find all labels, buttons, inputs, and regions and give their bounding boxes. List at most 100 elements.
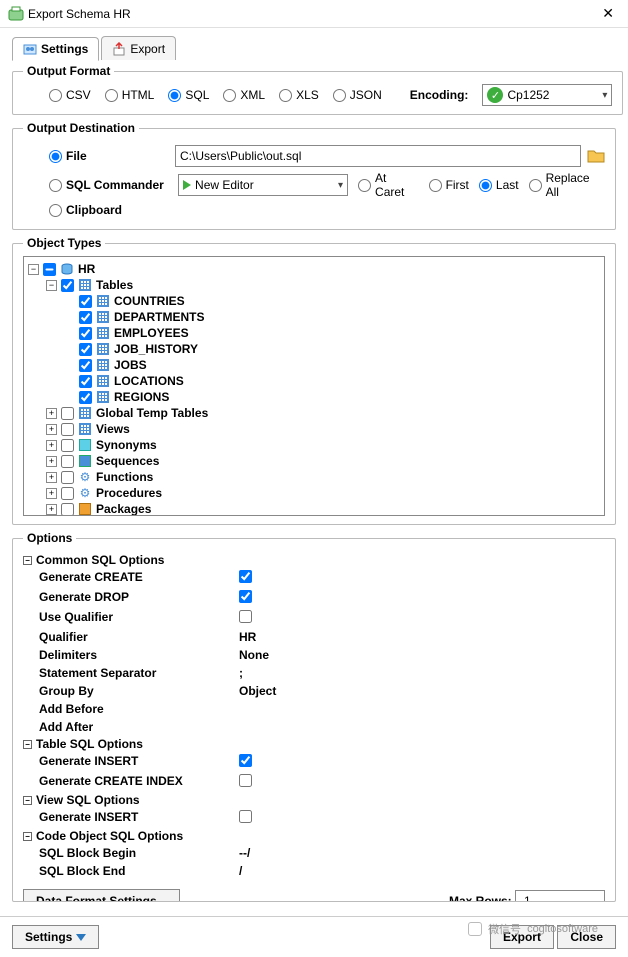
pos-replace-all[interactable]: Replace All [529,171,605,199]
tree-checkbox[interactable] [61,455,74,468]
export-button[interactable]: Export [490,925,554,949]
tree-node[interactable]: COUNTRIES [24,293,604,309]
expand-icon[interactable]: + [46,504,57,515]
tree-checkbox[interactable] [79,391,92,404]
sql-commander-value: New Editor [195,178,330,192]
collapse-icon[interactable]: − [28,264,39,275]
opt-use-qualifier[interactable] [239,610,252,623]
format-csv[interactable]: CSV [49,88,91,102]
tree-node[interactable]: +⚙Procedures [24,485,604,501]
tree-node[interactable]: +Views [24,421,604,437]
file-path-input[interactable] [175,145,581,167]
format-xml[interactable]: XML [223,88,265,102]
sql-commander-select[interactable]: New Editor ▾ [178,174,348,196]
tree-node[interactable]: LOCATIONS [24,373,604,389]
opt-stmt-sep-value[interactable]: ; [239,665,605,681]
tab-export[interactable]: Export [101,36,176,60]
opt-add-before-value[interactable] [239,701,605,717]
expand-icon[interactable]: + [46,408,57,419]
expand-icon[interactable]: + [46,424,57,435]
opt-view-insert[interactable] [239,810,252,823]
format-html[interactable]: HTML [105,88,155,102]
tree-checkbox[interactable] [79,295,92,308]
folder-browse-icon[interactable] [587,148,605,164]
output-destination-legend: Output Destination [23,121,139,135]
settings-tab-icon [23,42,37,56]
pos-last[interactable]: Last [479,178,519,192]
tree-checkbox[interactable] [61,503,74,516]
section-table[interactable]: −Table SQL Options [23,737,605,751]
opt-group-by-value[interactable]: Object [239,683,605,699]
dest-file[interactable]: File [49,149,169,163]
tree-node[interactable]: DEPARTMENTS [24,309,604,325]
close-icon[interactable]: ✕ [596,5,620,22]
tree-label: Synonyms [96,437,157,453]
format-xls[interactable]: XLS [279,88,319,102]
opt-generate-drop[interactable] [239,590,252,603]
tree-node[interactable]: + Synonyms [24,437,604,453]
expand-icon[interactable]: + [46,440,57,451]
opt-delimiters-value[interactable]: None [239,647,605,663]
tree-node[interactable]: +Sequences [24,453,604,469]
tree-checkbox[interactable] [61,487,74,500]
object-tree[interactable]: −HR−TablesCOUNTRIESDEPARTMENTSEMPLOYEESJ… [23,256,605,516]
opt-add-after-value[interactable] [239,719,605,735]
tab-settings[interactable]: Settings [12,37,99,61]
opt-table-insert[interactable] [239,754,252,767]
dest-clipboard[interactable]: Clipboard [49,203,122,217]
tree-node[interactable]: −HR [24,261,604,277]
tree-checkbox[interactable] [61,471,74,484]
tree-node[interactable]: +⚙Functions [24,469,604,485]
opt-generate-create[interactable] [239,570,252,583]
pos-first[interactable]: First [429,178,469,192]
tree-checkbox[interactable] [79,343,92,356]
tree-checkbox[interactable] [79,375,92,388]
encoding-select[interactable]: ✓ Cp1252 ▾ [482,84,612,106]
format-sql[interactable]: SQL [168,88,209,102]
max-rows-input[interactable] [515,890,605,902]
data-format-settings-button[interactable]: Data Format Settings... [23,889,180,902]
object-types-legend: Object Types [23,236,105,250]
close-button[interactable]: Close [557,925,616,949]
tree-checkbox[interactable] [79,359,92,372]
tree-node[interactable]: JOBS [24,357,604,373]
section-common[interactable]: −Common SQL Options [23,553,605,567]
tree-label: Global Temp Tables [96,405,208,421]
tree-checkbox[interactable] [79,311,92,324]
tree-checkbox[interactable] [79,327,92,340]
section-view[interactable]: −View SQL Options [23,793,605,807]
tree-label: Packages [96,501,151,516]
tree-node[interactable]: EMPLOYEES [24,325,604,341]
tree-node[interactable]: JOB_HISTORY [24,341,604,357]
section-code[interactable]: −Code Object SQL Options [23,829,605,843]
tree-checkbox[interactable] [61,407,74,420]
tree-checkbox[interactable] [43,263,56,276]
tree-node[interactable]: + Global Temp Tables [24,405,604,421]
tree-checkbox[interactable] [61,279,74,292]
options-group: Options −Common SQL Options Generate CRE… [12,531,616,902]
grid-icon [96,358,110,372]
opt-block-end-value[interactable]: / [239,863,605,879]
pos-at-caret[interactable]: At Caret [358,171,419,199]
collapse-icon[interactable]: − [46,280,57,291]
tree-checkbox[interactable] [61,439,74,452]
opt-block-begin-value[interactable]: --/ [239,845,605,861]
tree-node[interactable]: REGIONS [24,389,604,405]
tree-label: Procedures [96,485,162,501]
export-tab-icon [112,42,126,56]
tree-label: DEPARTMENTS [114,309,204,325]
dest-sql-commander[interactable]: SQL Commander [49,178,168,192]
object-types-group: Object Types −HR−TablesCOUNTRIESDEPARTME… [12,236,616,525]
tab-settings-label: Settings [41,42,88,56]
tree-node[interactable]: + Packages [24,501,604,516]
titlebar: Export Schema HR ✕ [0,0,628,28]
expand-icon[interactable]: + [46,456,57,467]
opt-qualifier-value[interactable]: HR [239,629,605,645]
expand-icon[interactable]: + [46,472,57,483]
tree-checkbox[interactable] [61,423,74,436]
format-json[interactable]: JSON [333,88,382,102]
opt-table-create-index[interactable] [239,774,252,787]
settings-button[interactable]: Settings [12,925,99,949]
expand-icon[interactable]: + [46,488,57,499]
tree-node[interactable]: −Tables [24,277,604,293]
